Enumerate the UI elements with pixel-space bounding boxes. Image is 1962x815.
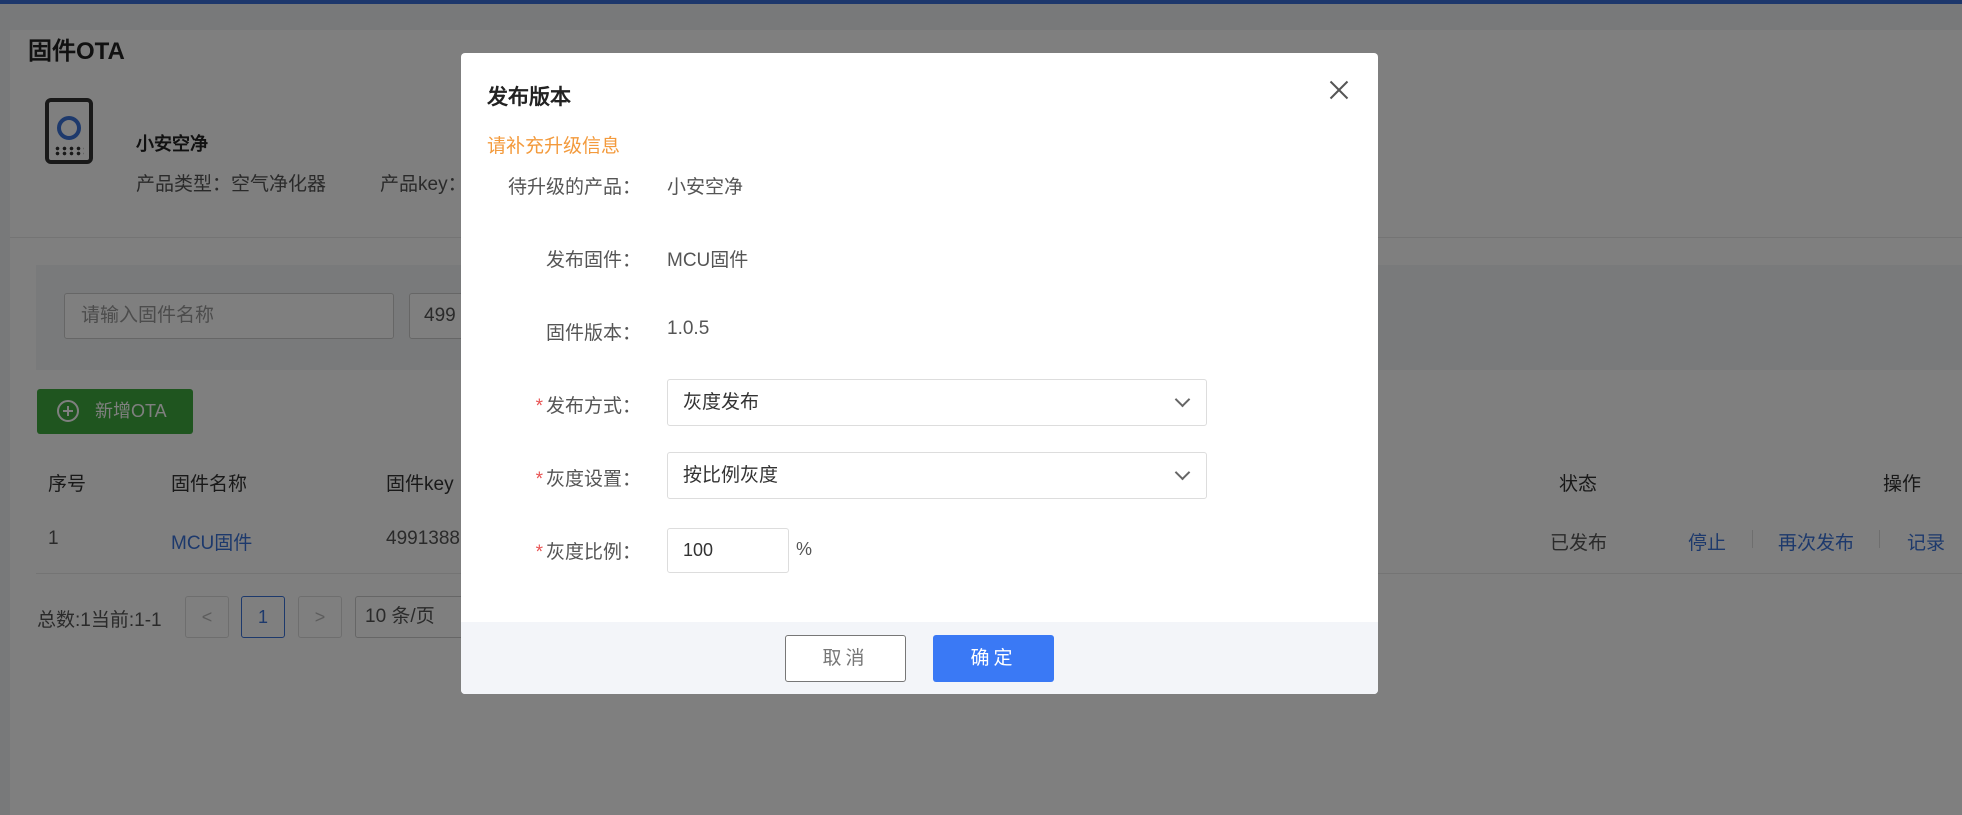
version-field-value: 1.0.5	[667, 318, 710, 339]
percent-unit: %	[796, 539, 813, 559]
publish-version-dialog: 发布版本 请补充升级信息 待升级的产品： 小安空净 发布固件： MCU固件 固件…	[461, 53, 1378, 694]
required-asterisk: *	[535, 396, 543, 417]
gray-ratio-input[interactable]: 100	[667, 528, 789, 573]
firmware-field-value: MCU固件	[667, 250, 749, 271]
publish-method-value: 灰度发布	[683, 392, 760, 413]
product-field-label: 待升级的产品：	[507, 177, 641, 198]
gray-setting-select[interactable]: 按比例灰度	[667, 452, 1207, 499]
publish-method-select[interactable]: 灰度发布	[667, 379, 1207, 426]
dialog-notice: 请补充升级信息	[487, 136, 621, 157]
close-icon[interactable]	[1327, 78, 1351, 102]
firmware-field-label: 发布固件：	[545, 250, 641, 271]
required-asterisk: *	[535, 469, 543, 490]
dialog-title: 发布版本	[487, 86, 571, 109]
version-field-label: 固件版本：	[545, 323, 641, 344]
gray-ratio-field-label: * 灰度比例：	[535, 542, 641, 563]
chevron-down-icon	[1174, 464, 1191, 481]
gray-setting-field-label: * 灰度设置：	[535, 469, 641, 490]
confirm-button[interactable]: 确定	[933, 635, 1054, 682]
cancel-button[interactable]: 取消	[785, 635, 906, 682]
product-field-value: 小安空净	[667, 177, 744, 198]
chevron-down-icon	[1174, 391, 1191, 408]
dialog-footer	[461, 622, 1378, 694]
gray-setting-value: 按比例灰度	[683, 465, 779, 486]
required-asterisk: *	[535, 542, 543, 563]
method-field-label: * 发布方式：	[535, 396, 641, 417]
